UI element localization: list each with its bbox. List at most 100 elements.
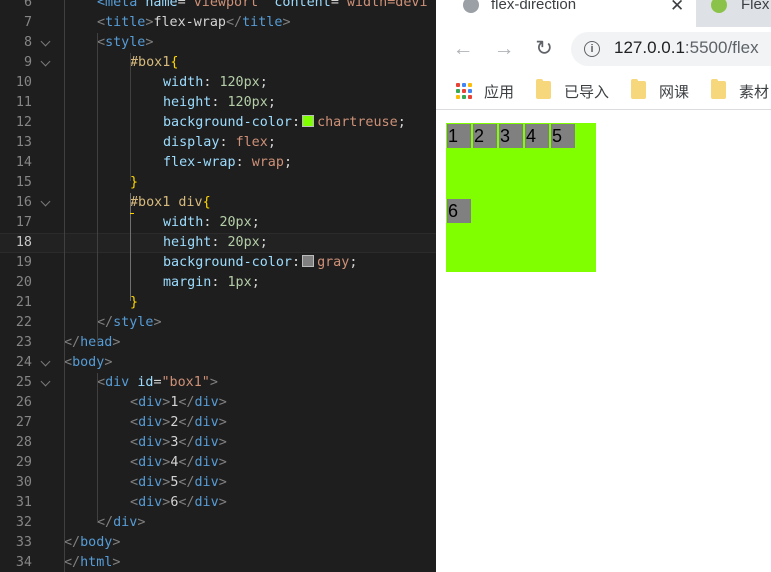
- forward-icon[interactable]: →: [490, 35, 518, 63]
- line-number: 30: [15, 475, 32, 490]
- code-line[interactable]: 17 width: 20px;: [0, 213, 436, 233]
- code-line[interactable]: 13 display: flex;: [0, 133, 436, 153]
- code-line[interactable]: 26 <div>1</div>: [0, 393, 436, 413]
- close-tab-icon[interactable]: ✕: [670, 0, 684, 16]
- page-viewport: 12345 6: [436, 110, 771, 572]
- code-token: </: [226, 15, 243, 30]
- code-text: </head>: [64, 333, 120, 353]
- back-icon[interactable]: ←: [449, 35, 477, 63]
- fold-chevron-icon[interactable]: [40, 36, 51, 47]
- indent-guide: [130, 193, 131, 301]
- fold-chevron-icon[interactable]: [40, 356, 51, 367]
- code-line[interactable]: 6 <meta name="viewport" content="width=de…: [0, 0, 436, 13]
- indent-guide: [130, 53, 131, 181]
- code-line[interactable]: 19 background-color: gray;: [0, 253, 436, 273]
- code-token: height: [163, 95, 212, 110]
- fold-chevron-icon[interactable]: [40, 196, 51, 207]
- code-token: div: [194, 415, 219, 430]
- code-line[interactable]: 24 <body>: [0, 353, 436, 373]
- code-line[interactable]: 32 </div>: [0, 513, 436, 533]
- code-token: </: [178, 475, 195, 490]
- code-line[interactable]: 21}: [0, 293, 436, 313]
- code-text: }: [130, 293, 138, 313]
- bookmark-apps[interactable]: 应用: [456, 80, 526, 101]
- bookmark-imported[interactable]: 已导入: [536, 79, 616, 101]
- code-token: style: [105, 35, 146, 50]
- code-line[interactable]: 23 </head>: [0, 333, 436, 353]
- code-line[interactable]: 20 margin: 1px;: [0, 273, 436, 293]
- code-token: body: [72, 355, 105, 370]
- code-token: gray: [317, 255, 350, 270]
- folder-icon: [631, 79, 646, 99]
- code-line[interactable]: 22 </style>: [0, 313, 436, 333]
- code-line[interactable]: 16 #box1 div{: [0, 193, 436, 213]
- line-number: 27: [15, 415, 32, 430]
- code-text: <div>5</div>: [130, 473, 227, 493]
- fold-chevron-icon[interactable]: [40, 376, 51, 387]
- code-token: div: [194, 455, 219, 470]
- code-line[interactable]: 9 #box1{: [0, 53, 436, 73]
- code-line[interactable]: 12 background-color: chartreuse;: [0, 113, 436, 133]
- code-token: >: [145, 35, 154, 50]
- code-text: #box1{: [130, 53, 178, 73]
- code-token: ;: [259, 75, 268, 90]
- fold-chevron-icon[interactable]: [40, 56, 51, 67]
- code-text: <div>1</div>: [130, 393, 227, 413]
- code-line[interactable]: 7 <title>flex-wrap</title>: [0, 13, 436, 33]
- folder-icon: [536, 79, 551, 99]
- code-line[interactable]: 30 <div>5</div>: [0, 473, 436, 493]
- code-token: }: [130, 295, 139, 310]
- flex-container-box1: 12345 6: [446, 123, 596, 272]
- bookmark-materials[interactable]: 素材: [711, 79, 771, 101]
- reload-icon[interactable]: ↻: [530, 35, 558, 63]
- code-token: >: [218, 475, 227, 490]
- code-token: 120px: [227, 95, 268, 110]
- line-number: 8: [23, 35, 32, 50]
- bookmark-label: 素材: [739, 84, 770, 101]
- code-line[interactable]: 15}: [0, 173, 436, 193]
- code-token: display: [163, 135, 220, 150]
- line-number: 6: [23, 0, 32, 10]
- code-token: </: [178, 395, 195, 410]
- code-line[interactable]: 11 height: 120px;: [0, 93, 436, 113]
- code-line[interactable]: 10 width: 120px;: [0, 73, 436, 93]
- tab-title: flex-direction: [491, 0, 577, 13]
- code-token: div: [138, 435, 163, 450]
- flex-item: 2: [473, 124, 497, 148]
- address-bar[interactable]: i 127.0.0.1:5500/flex: [571, 32, 771, 66]
- code-text: </body>: [64, 533, 120, 553]
- line-number: 31: [15, 495, 32, 510]
- indent-guide: [97, 33, 98, 345]
- code-line[interactable]: 33 </body>: [0, 533, 436, 553]
- tab-flex[interactable]: Flex: [698, 0, 771, 27]
- code-token: name: [145, 0, 178, 10]
- code-token: <: [130, 415, 139, 430]
- line-number: 12: [15, 115, 32, 130]
- code-token: html: [80, 555, 113, 570]
- line-number: 11: [15, 95, 32, 110]
- code-token: "box1": [161, 375, 210, 390]
- url-text[interactable]: 127.0.0.1:5500/flex: [614, 38, 759, 58]
- apps-grid-icon: [456, 83, 472, 99]
- code-line[interactable]: 34 </html>: [0, 553, 436, 572]
- code-line[interactable]: 8 <style>: [0, 33, 436, 53]
- code-editor[interactable]: 6 <meta name="viewport" content="width=de…: [0, 0, 436, 572]
- code-token: ;: [267, 95, 276, 110]
- bookmark-online-courses[interactable]: 网课: [631, 79, 701, 101]
- code-line[interactable]: 18 height: 20px;: [0, 233, 436, 253]
- code-token: background-color: [163, 255, 292, 270]
- code-token: :: [235, 155, 252, 170]
- code-line[interactable]: 14 flex-wrap: wrap;: [0, 153, 436, 173]
- code-token: <: [97, 15, 106, 30]
- code-text: #box1 div{: [130, 193, 211, 213]
- tab-flex-direction[interactable]: flex-direction ✕: [436, 0, 696, 27]
- flex-item: 6: [447, 198, 471, 223]
- code-line[interactable]: 27 <div>2</div>: [0, 413, 436, 433]
- code-token: <: [64, 355, 73, 370]
- code-line[interactable]: 29 <div>4</div>: [0, 453, 436, 473]
- info-icon[interactable]: i: [584, 41, 600, 57]
- code-token: div: [113, 515, 138, 530]
- code-line[interactable]: 28 <div>3</div>: [0, 433, 436, 453]
- code-line[interactable]: 25 <div id="box1">: [0, 373, 436, 393]
- code-line[interactable]: 31 <div>6</div>: [0, 493, 436, 513]
